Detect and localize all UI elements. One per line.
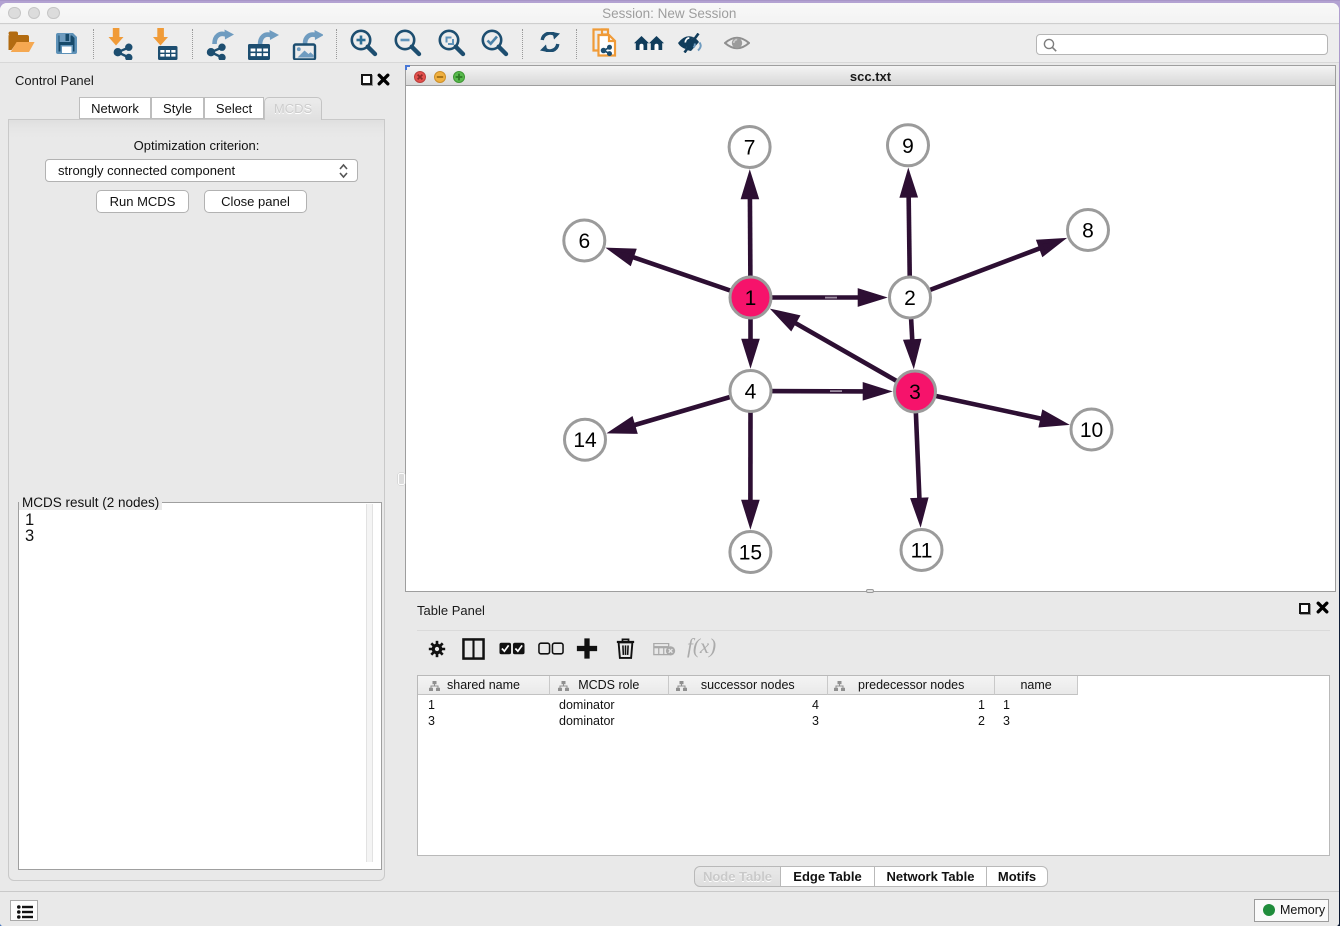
- svg-text:14: 14: [573, 429, 597, 452]
- svg-text:1: 1: [745, 287, 757, 310]
- svg-text:10: 10: [1080, 419, 1103, 442]
- svg-text:4: 4: [745, 381, 757, 404]
- svg-text:7: 7: [744, 137, 756, 160]
- svg-text:9: 9: [902, 135, 914, 158]
- svg-text:15: 15: [739, 542, 762, 565]
- svg-text:8: 8: [1082, 220, 1094, 243]
- svg-text:3: 3: [909, 381, 921, 404]
- svg-text:2: 2: [904, 287, 916, 310]
- svg-text:11: 11: [911, 540, 933, 563]
- svg-text:6: 6: [578, 230, 590, 253]
